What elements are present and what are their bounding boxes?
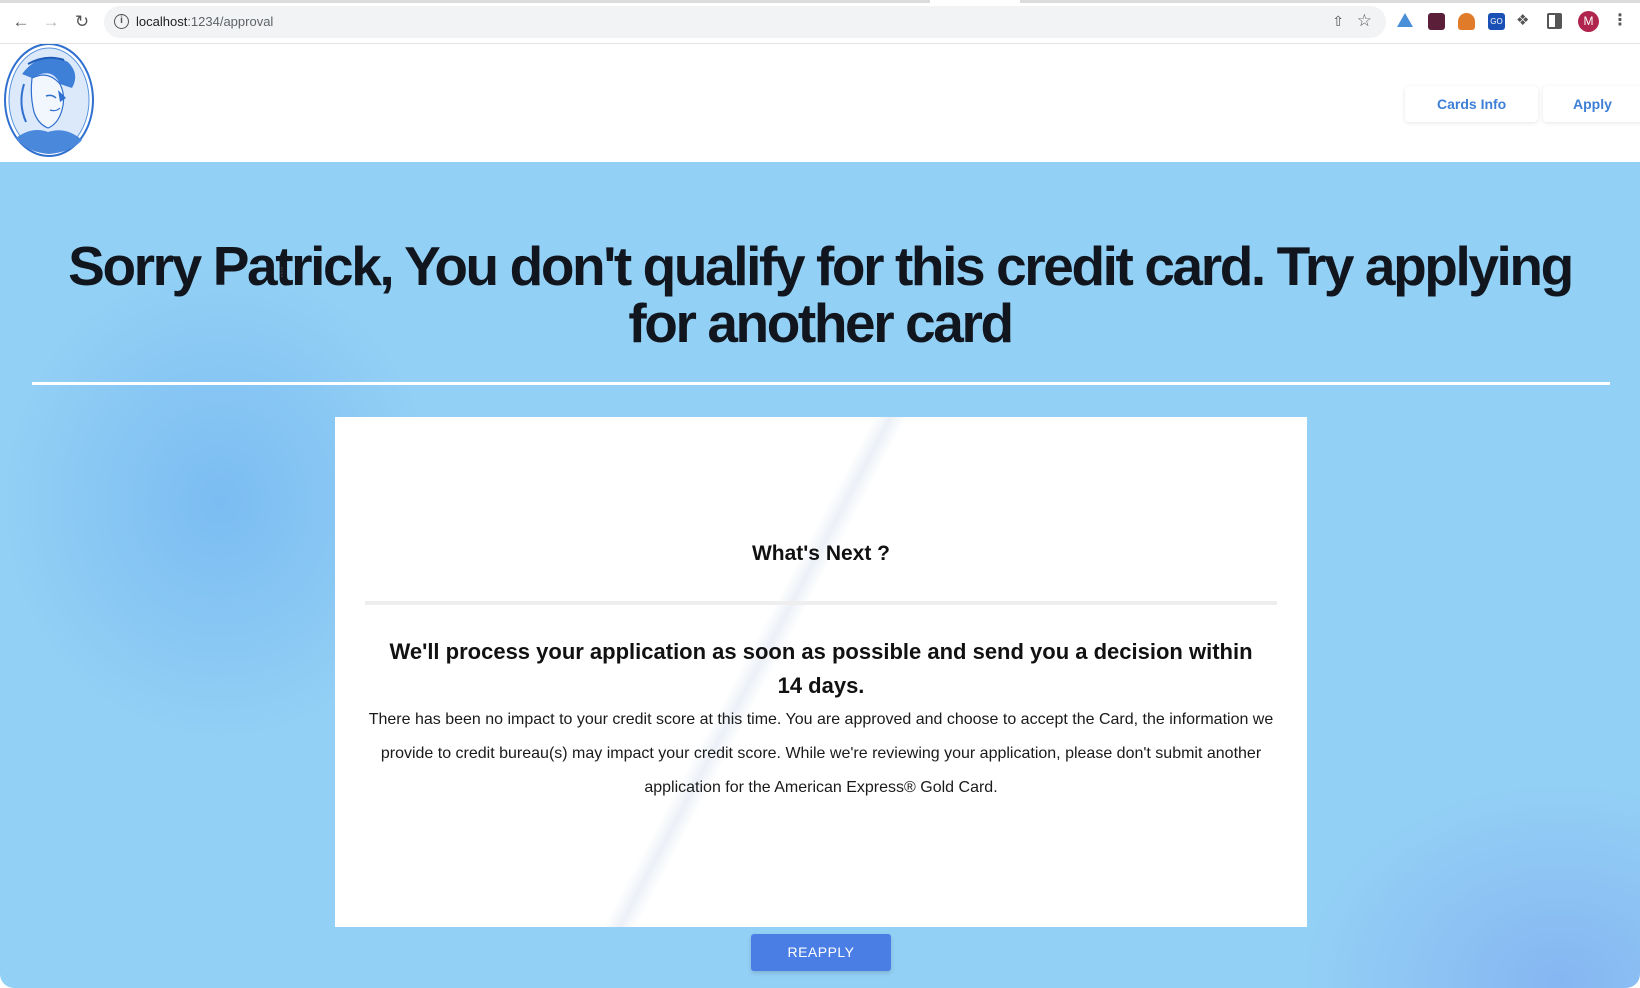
url-host: localhost: [136, 14, 188, 29]
centurion-logo[interactable]: [2, 43, 96, 162]
reapply-button[interactable]: REAPPLY: [751, 934, 891, 971]
drive-extension-icon[interactable]: [1397, 13, 1413, 27]
hero-divider: [32, 382, 1610, 385]
url-path: :1234/approval: [187, 14, 274, 29]
extensions-puzzle-icon[interactable]: ❖: [1516, 11, 1529, 29]
reload-icon[interactable]: ↻: [71, 11, 93, 33]
forward-arrow-icon[interactable]: →: [40, 11, 62, 33]
side-panel-icon[interactable]: [1547, 13, 1562, 29]
address-bar[interactable]: i localhost:1234/approval ⇧ ☆: [104, 6, 1386, 38]
card-divider: [365, 601, 1277, 605]
extension-icon[interactable]: [1428, 13, 1445, 30]
kebab-menu-icon[interactable]: ⋮: [1612, 10, 1628, 30]
card-body-text: There has been no impact to your credit …: [368, 711, 1274, 796]
page-title: Sorry Patrick, You don't qualify for thi…: [68, 235, 1574, 354]
text-cursor-icon: ⁞: [280, 264, 284, 280]
centurion-logo-icon: [4, 43, 94, 157]
site-header: Cards Info Apply: [0, 43, 1640, 162]
go-extension-icon[interactable]: GO: [1488, 13, 1505, 30]
nav-apply[interactable]: Apply: [1543, 86, 1640, 122]
share-icon[interactable]: ⇧: [1332, 13, 1344, 30]
site-info-icon[interactable]: i: [114, 14, 129, 29]
extension-icon[interactable]: [1458, 13, 1475, 30]
back-arrow-icon[interactable]: ←: [10, 11, 32, 33]
card-lead-text: We'll process your application as soon a…: [389, 639, 1253, 698]
url-text[interactable]: localhost:1234/approval: [136, 14, 273, 29]
card-title: What's Next ?: [751, 542, 890, 565]
browser-toolbar: ← → ↻ i localhost:1234/approval ⇧ ☆ GO ❖…: [0, 0, 1640, 44]
bookmark-star-icon[interactable]: ☆: [1357, 11, 1372, 31]
tab-strip: [0, 0, 1640, 4]
nav-cards-info[interactable]: Cards Info: [1405, 86, 1539, 122]
hero-section: Sorry Patrick, You don't qualify for thi…: [0, 162, 1640, 988]
profile-avatar[interactable]: M: [1578, 11, 1599, 32]
whats-next-card: What's Next ? We'll process your applica…: [335, 417, 1307, 927]
